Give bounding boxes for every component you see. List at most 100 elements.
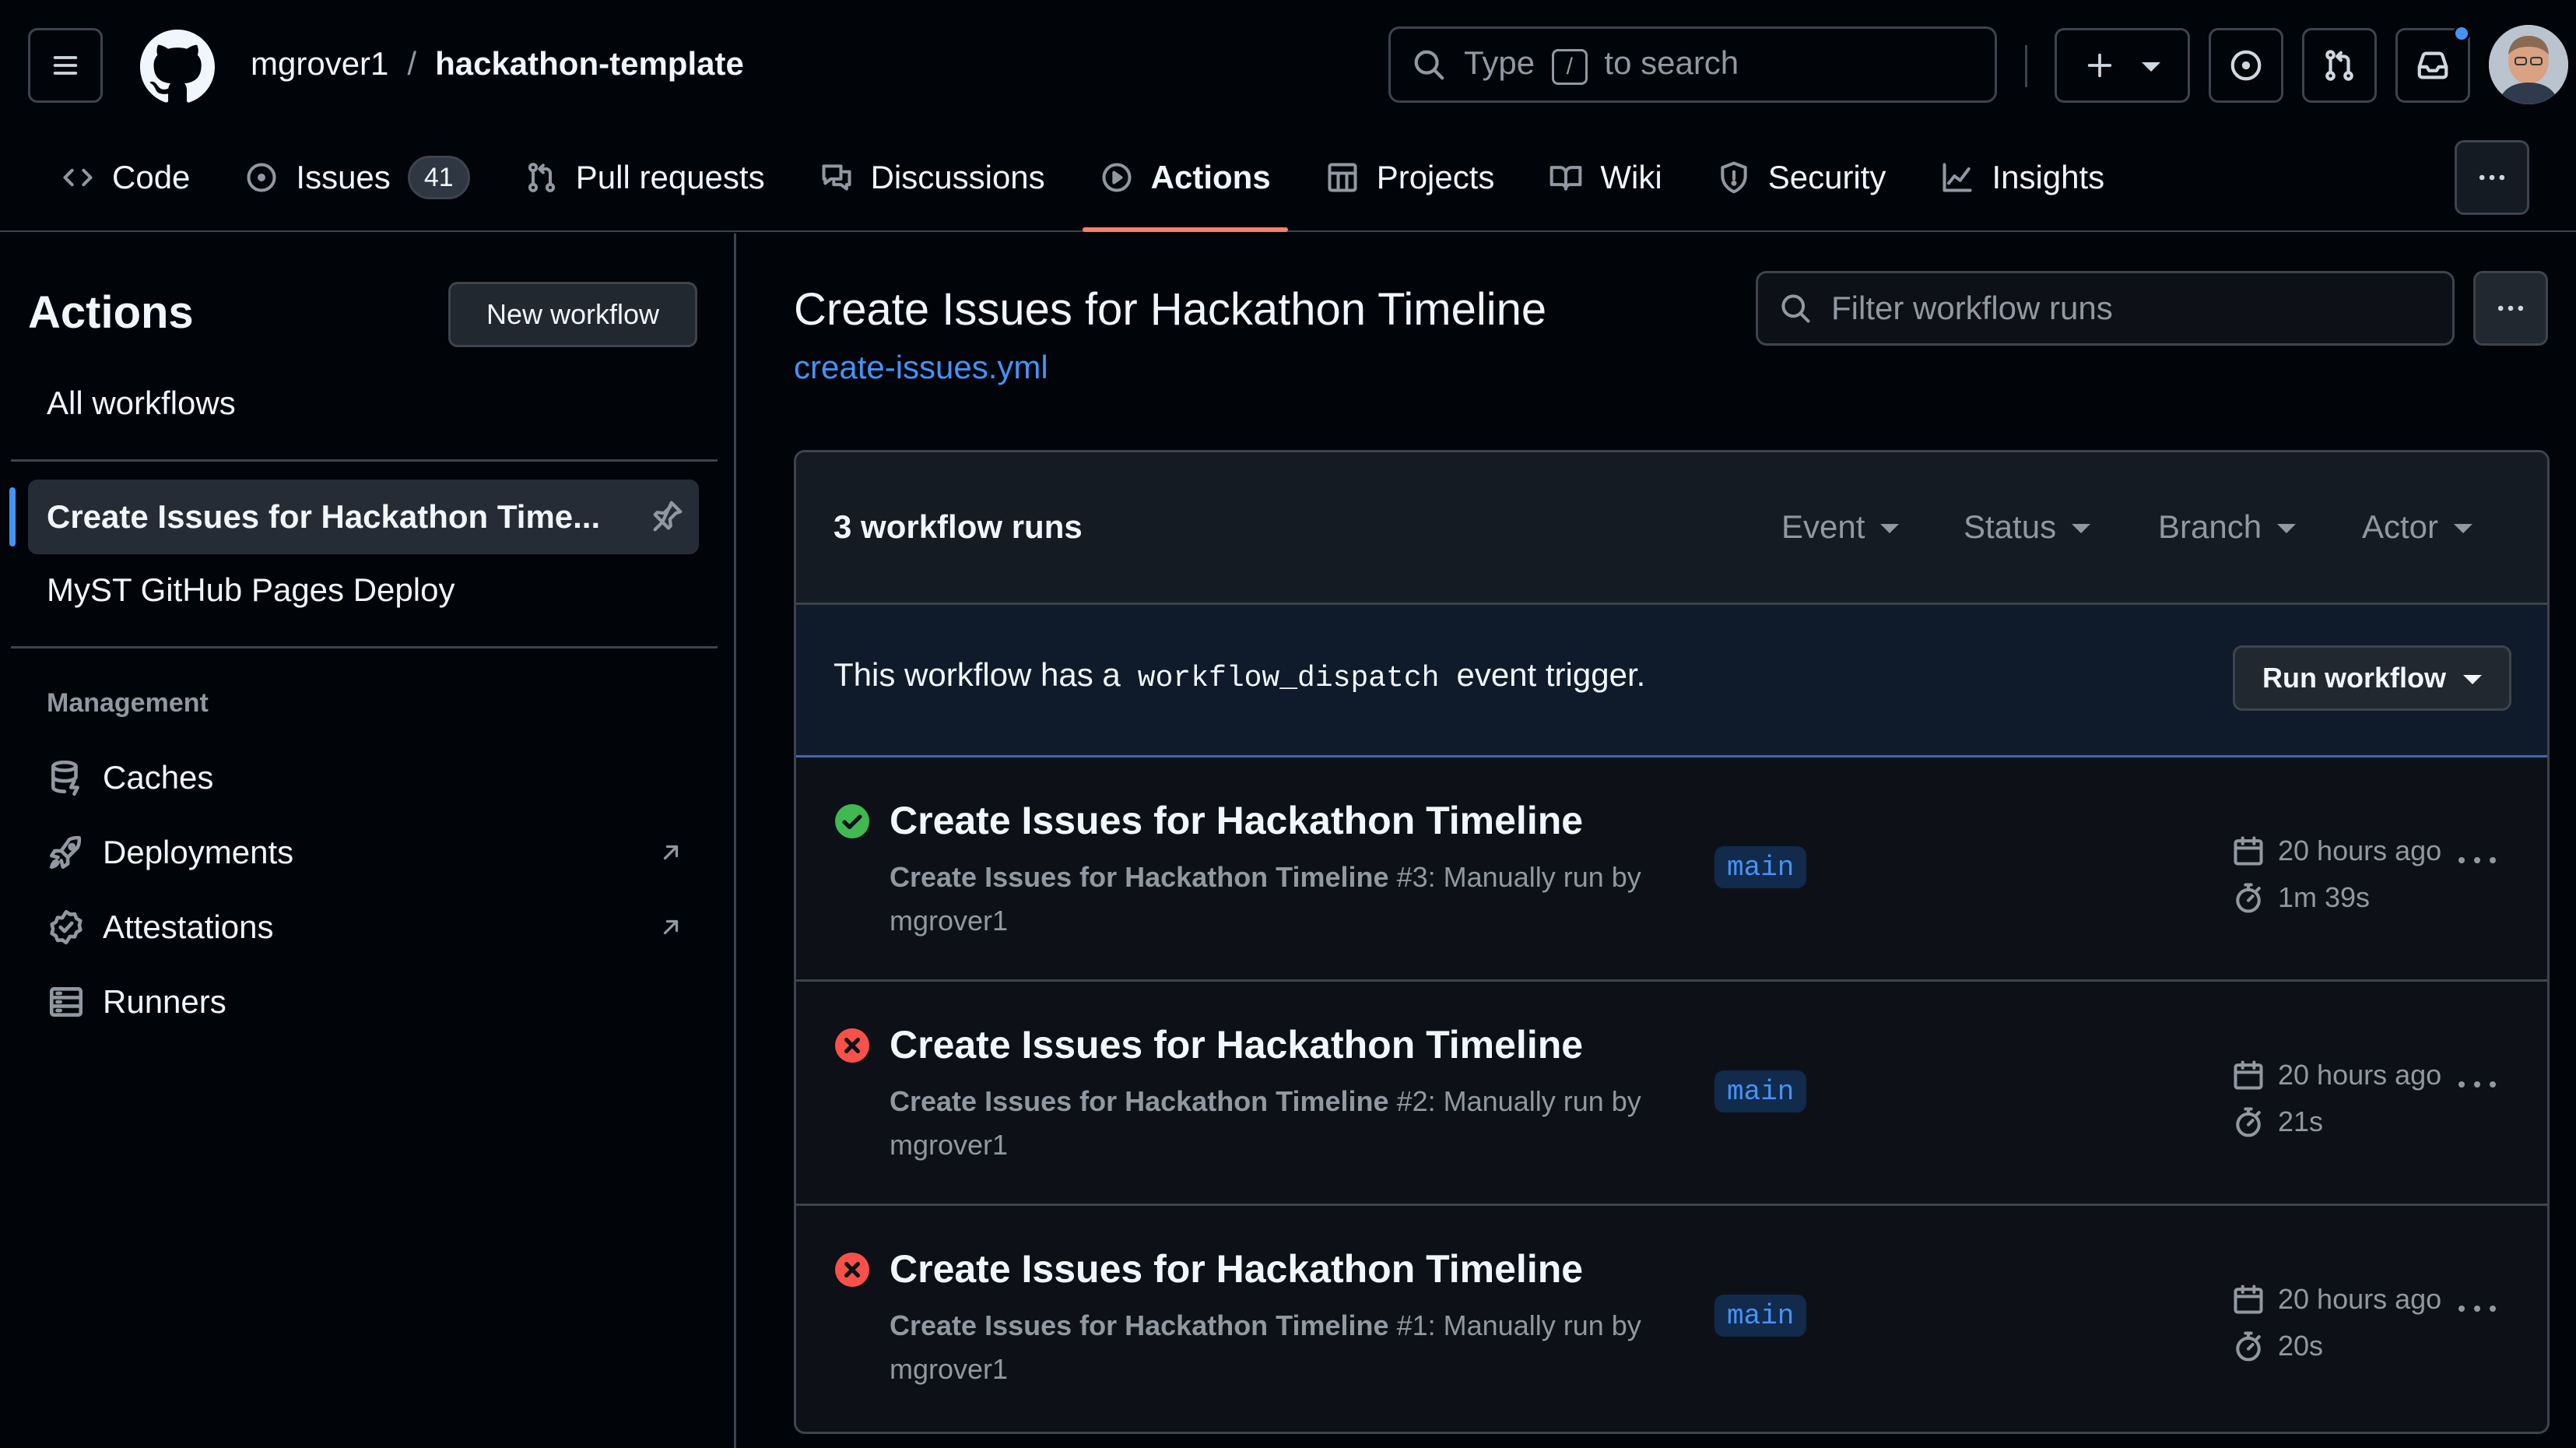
branch-filter-dropdown[interactable]: Branch xyxy=(2158,508,2297,546)
stopwatch-icon xyxy=(2236,883,2261,913)
actions-sidebar: Actions New workflow All workflows Creat… xyxy=(0,234,736,1448)
workflow-run-row[interactable]: Create Issues for Hackathon Timeline Cre… xyxy=(796,1206,2547,1430)
sidebar-item-myst-deploy-workflow[interactable]: MyST GitHub Pages Deploy xyxy=(47,571,454,609)
chevron-down-icon xyxy=(2454,524,2473,533)
branch-label[interactable]: main xyxy=(1714,1070,1807,1112)
workflow-options-button[interactable] xyxy=(2473,271,2548,346)
branch-label[interactable]: main xyxy=(1714,846,1807,888)
run-duration: 1m 39s xyxy=(2278,881,2371,913)
user-avatar[interactable] xyxy=(2489,25,2568,104)
workflow-runs-list: 3 workflow runs Event Status Branch Acto… xyxy=(794,450,2550,1434)
tab-label: Insights xyxy=(1992,159,2105,195)
run-title-link[interactable]: Create Issues for Hackathon Timeline xyxy=(890,1022,1583,1067)
your-pull-requests-button[interactable] xyxy=(2302,28,2377,103)
run-description: Create Issues for Hackathon Timeline #3:… xyxy=(890,856,1683,943)
search-placeholder-start: Type xyxy=(1464,44,1535,81)
global-header: mgrover1 / hackathon-template Type / to … xyxy=(0,0,2576,232)
issue-icon xyxy=(247,163,276,192)
branch-label[interactable]: main xyxy=(1714,1295,1807,1337)
event-filter-dropdown[interactable]: Event xyxy=(1781,508,1900,546)
sidebar-item-attestations[interactable]: Attestations xyxy=(47,908,685,947)
run-description: Create Issues for Hackathon Timeline #2:… xyxy=(890,1080,1683,1167)
new-workflow-button[interactable]: New workflow xyxy=(448,282,697,347)
tab-insights[interactable]: Insights xyxy=(1923,140,2122,215)
global-search-input[interactable]: Type / to search xyxy=(1388,26,1997,103)
your-issues-button[interactable] xyxy=(2209,28,2283,103)
create-new-button[interactable] xyxy=(2055,28,2190,103)
run-title-link[interactable]: Create Issues for Hackathon Timeline xyxy=(890,798,1583,843)
tab-issues[interactable]: Issues 41 xyxy=(227,140,486,215)
run-meta: 20 hours ago 20s xyxy=(2231,1276,2441,1369)
search-icon xyxy=(1781,294,1810,323)
stopwatch-icon xyxy=(2236,1107,2261,1137)
book-icon xyxy=(1550,166,1582,191)
workflow-run-row[interactable]: Create Issues for Hackathon Timeline Cre… xyxy=(796,757,2547,982)
pin-icon[interactable] xyxy=(649,498,685,534)
all-workflows-link[interactable]: All workflows xyxy=(47,385,236,422)
search-shortcut-key: / xyxy=(1551,49,1588,85)
calendar-icon xyxy=(2234,1285,2263,1314)
run-workflow-name: Create Issues for Hackathon Timeline xyxy=(890,1085,1389,1117)
kebab-horizontal-icon[interactable] xyxy=(2454,1293,2501,1324)
filter-placeholder: Filter workflow runs xyxy=(1831,290,2113,326)
cache-icon xyxy=(51,760,79,796)
tab-wiki[interactable]: Wiki xyxy=(1532,140,1679,215)
run-title-link[interactable]: Create Issues for Hackathon Timeline xyxy=(890,1246,1583,1292)
run-time: 20 hours ago xyxy=(2278,1283,2442,1315)
menu-button[interactable] xyxy=(28,28,103,103)
filter-workflow-runs-input[interactable]: Filter workflow runs xyxy=(1756,271,2455,346)
tab-security[interactable]: Security xyxy=(1700,140,1904,215)
run-duration: 21s xyxy=(2278,1105,2324,1137)
sidebar-item-caches[interactable]: Caches xyxy=(47,758,685,797)
chevron-down-icon xyxy=(2072,524,2091,533)
actor-filter-dropdown[interactable]: Actor xyxy=(2362,508,2473,546)
sidebar-item-deployments[interactable]: Deployments xyxy=(47,833,685,872)
plus-icon xyxy=(2087,53,2112,78)
tab-code[interactable]: Code xyxy=(44,140,207,215)
breadcrumb-separator: / xyxy=(407,45,417,82)
filter-label: Branch xyxy=(2158,508,2262,545)
run-workflow-name: Create Issues for Hackathon Timeline xyxy=(890,1309,1389,1341)
repo-name-link[interactable]: hackathon-template xyxy=(435,45,744,83)
dispatch-text-start: This workflow has a xyxy=(834,656,1121,693)
pull-request-icon xyxy=(528,163,555,192)
kebab-horizontal-icon xyxy=(2479,174,2505,181)
tab-projects[interactable]: Projects xyxy=(1308,140,1512,215)
run-workflow-button[interactable]: Run workflow xyxy=(2233,645,2511,711)
tab-label: Wiki xyxy=(1600,159,1662,195)
kebab-horizontal-icon[interactable] xyxy=(2454,845,2501,876)
x-circle-icon xyxy=(835,1253,869,1287)
issue-icon xyxy=(2230,50,2262,81)
dispatch-text-end: event trigger. xyxy=(1456,656,1646,693)
graph-icon xyxy=(1943,163,1972,192)
search-icon xyxy=(1414,50,1444,80)
tab-discussions[interactable]: Discussions xyxy=(802,140,1062,215)
discussions-icon xyxy=(822,164,851,191)
filter-label: Actor xyxy=(2362,508,2439,545)
chevron-down-icon xyxy=(1880,524,1900,533)
workflow-file-link[interactable]: create-issues.yml xyxy=(794,349,1048,386)
tab-pull-requests[interactable]: Pull requests xyxy=(507,140,782,215)
run-meta: 20 hours ago 21s xyxy=(2231,1052,2441,1145)
run-workflow-label: Run workflow xyxy=(2262,662,2446,694)
status-filter-dropdown[interactable]: Status xyxy=(1964,508,2091,546)
sidebar-item-runners[interactable]: Runners xyxy=(47,982,685,1021)
chevron-down-icon xyxy=(2463,675,2482,684)
filter-label: Event xyxy=(1781,508,1865,545)
chevron-down-icon xyxy=(2277,524,2297,533)
table-icon xyxy=(1328,163,1357,192)
inbox-icon xyxy=(2417,51,2448,79)
workflow-label: Create Issues for Hackathon Time... xyxy=(47,498,601,535)
more-tabs-button[interactable] xyxy=(2455,140,2529,215)
repo-owner-link[interactable]: mgrover1 xyxy=(251,45,388,83)
tab-actions[interactable]: Actions xyxy=(1082,140,1288,232)
verified-icon xyxy=(50,909,82,945)
sidebar-item-create-issues-workflow[interactable]: Create Issues for Hackathon Time... xyxy=(28,480,699,554)
run-workflow-name: Create Issues for Hackathon Timeline xyxy=(890,861,1389,893)
tab-label: Pull requests xyxy=(575,159,765,195)
filter-label: Status xyxy=(1964,508,2057,545)
tab-label: Projects xyxy=(1376,159,1495,195)
kebab-horizontal-icon[interactable] xyxy=(2454,1069,2501,1100)
github-logo-icon[interactable] xyxy=(140,30,215,104)
workflow-run-row[interactable]: Create Issues for Hackathon Timeline Cre… xyxy=(796,982,2547,1206)
